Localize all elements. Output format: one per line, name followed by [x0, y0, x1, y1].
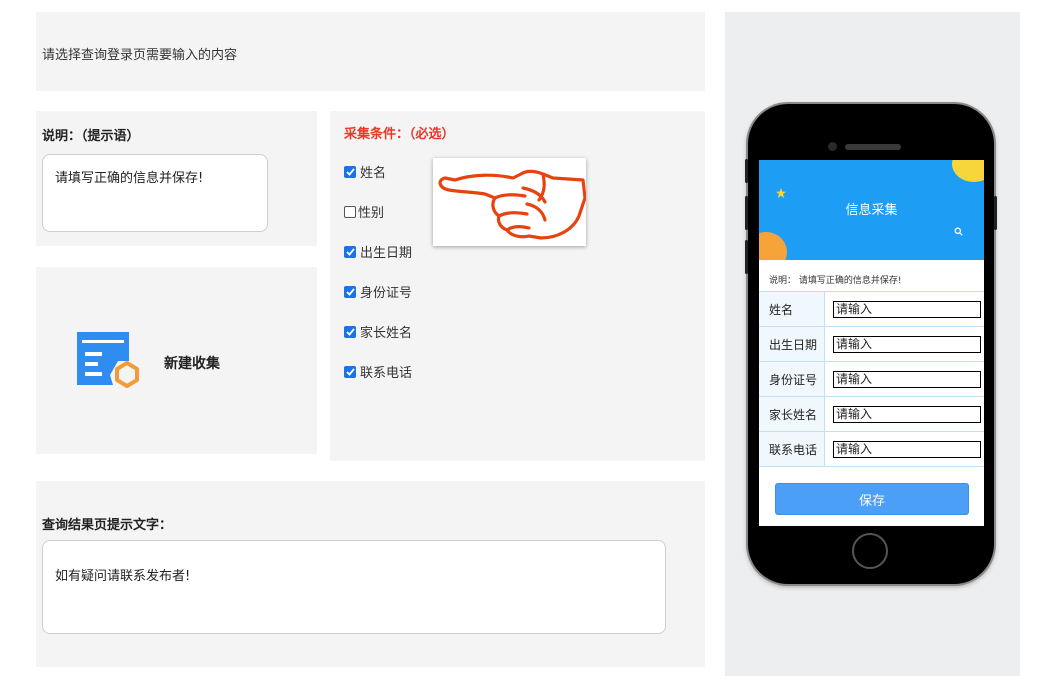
condition-phone[interactable]: 联系电话 [344, 362, 412, 381]
select-prompt-panel: 请选择查询登录页需要输入的内容 [36, 12, 705, 91]
checkbox-checked-icon[interactable] [344, 325, 356, 338]
description-label: 说明：（提示语） [42, 129, 140, 144]
checkbox-checked-icon[interactable] [344, 245, 356, 258]
phone-power-button [994, 196, 997, 230]
result-panel: 查询结果页提示文字： 如有疑问请联系发布者! [36, 481, 705, 667]
speaker-grille [845, 144, 901, 150]
pointing-hand-hint [433, 158, 587, 246]
condition-label: 家长姓名 [360, 326, 413, 341]
search-icon [954, 227, 963, 236]
condition-birthdate[interactable]: 出生日期 [344, 242, 412, 261]
star-icon [776, 188, 786, 198]
front-camera-icon [828, 142, 837, 151]
form-label: 出生日期 [759, 327, 825, 361]
form-label: 联系电话 [759, 432, 825, 466]
condition-gender[interactable]: 性别 [344, 202, 384, 221]
form-label: 家长姓名 [759, 397, 825, 431]
new-collection-button[interactable]: 新建收集 [36, 267, 317, 454]
form-row: 联系电话 请输入 [759, 432, 984, 467]
condition-label: 姓名 [360, 166, 387, 181]
birthdate-input[interactable]: 请输入 [833, 335, 981, 353]
condition-name[interactable]: 姓名 [344, 162, 386, 181]
condition-id-number[interactable]: 身份证号 [344, 282, 412, 301]
result-textarea[interactable]: 如有疑问请联系发布者! [42, 540, 666, 634]
phone-mute-switch [745, 159, 748, 183]
phone-screen: 信息采集 说明： 请填写正确的信息并保存! 姓名 请输入 出生日期 请输入 身份… [759, 160, 984, 526]
preview-form: 姓名 请输入 出生日期 请输入 身份证号 请输入 家长姓名 请输入 联系电话 请… [759, 291, 984, 467]
description-panel: 说明：（提示语） 请填写正确的信息并保存! [36, 111, 317, 246]
new-collection-label: 新建收集 [164, 356, 220, 372]
condition-label: 身份证号 [360, 286, 413, 301]
form-row: 出生日期 请输入 [759, 327, 984, 362]
name-input[interactable]: 请输入 [833, 300, 981, 318]
conditions-panel: 采集条件：（必选） 姓名 性别 出生日期 身份证号 家长姓名 联系电话 [330, 111, 705, 461]
form-label: 姓名 [759, 292, 825, 326]
select-prompt-text: 请选择查询登录页需要输入的内容 [42, 48, 238, 63]
phone-volume-down [745, 240, 748, 274]
condition-label: 联系电话 [360, 366, 413, 381]
condition-label: 性别 [358, 206, 385, 221]
phone-frame: 信息采集 说明： 请填写正确的信息并保存! 姓名 请输入 出生日期 请输入 身份… [745, 104, 997, 584]
phone-volume-up [745, 196, 748, 230]
pointing-hand-icon [438, 169, 587, 240]
checkbox-checked-icon[interactable] [344, 365, 356, 378]
form-label: 身份证号 [759, 362, 825, 396]
mobile-preview-panel: 信息采集 说明： 请填写正确的信息并保存! 姓名 请输入 出生日期 请输入 身份… [725, 12, 1020, 676]
checkbox-checked-icon[interactable] [344, 165, 356, 178]
condition-parent-name[interactable]: 家长姓名 [344, 322, 412, 341]
phone-input[interactable]: 请输入 [833, 440, 981, 458]
preview-title: 信息采集 [845, 203, 898, 218]
result-label: 查询结果页提示文字： [42, 518, 173, 533]
decor-circle-orange [759, 232, 787, 260]
decor-circle-yellow [952, 160, 984, 182]
form-row: 身份证号 请输入 [759, 362, 984, 397]
preview-description: 说明： 请填写正确的信息并保存! [769, 276, 902, 286]
description-textarea[interactable]: 请填写正确的信息并保存! [42, 154, 268, 232]
parent-name-input[interactable]: 请输入 [833, 405, 981, 423]
id-number-input[interactable]: 请输入 [833, 370, 981, 388]
checkbox-unchecked-icon[interactable] [344, 205, 356, 218]
form-row: 姓名 请输入 [759, 292, 984, 327]
condition-label: 出生日期 [360, 246, 413, 261]
preview-header: 信息采集 [759, 160, 984, 260]
form-edit-icon [77, 332, 139, 388]
save-button[interactable]: 保存 [775, 483, 969, 515]
checkbox-checked-icon[interactable] [344, 285, 356, 298]
form-row: 家长姓名 请输入 [759, 397, 984, 432]
home-button [852, 533, 888, 569]
conditions-title: 采集条件：（必选） [344, 127, 455, 142]
